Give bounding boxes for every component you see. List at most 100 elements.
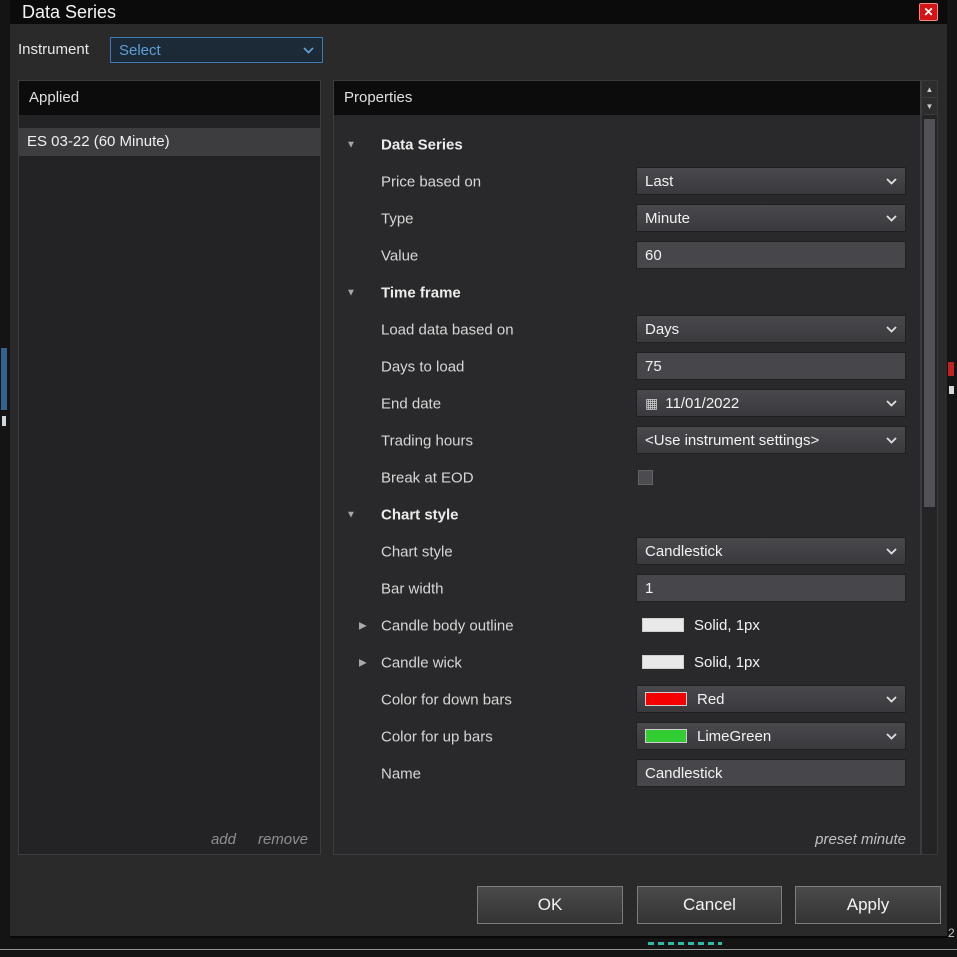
expand-triangle-icon[interactable]: ▶ <box>359 657 367 668</box>
prop-row-end-date: End date ▦ 11/01/2022 <box>334 385 920 422</box>
section-label: Chart style <box>381 506 459 523</box>
trading-hours-dropdown[interactable]: <Use instrument settings> <box>636 426 906 454</box>
chart-style-dropdown[interactable]: Candlestick <box>636 537 906 565</box>
chevron-down-icon <box>886 177 897 185</box>
prop-label: Name <box>381 765 422 782</box>
background-chart-fragment <box>2 416 6 426</box>
date-value: 11/01/2022 <box>665 394 740 412</box>
background-chart-fragment <box>948 362 954 376</box>
expand-triangle-icon[interactable]: ▶ <box>359 620 367 631</box>
prop-label: Candle body outline <box>381 617 514 634</box>
dropdown-value: Red <box>697 690 725 708</box>
preset-minute-link[interactable]: preset minute <box>815 831 906 848</box>
scrollbar-track[interactable] <box>922 115 937 854</box>
color-for-down-bars-dropdown[interactable]: Red <box>636 685 906 713</box>
value-input[interactable]: 60 <box>636 241 906 269</box>
prop-label: Price based on <box>381 173 482 190</box>
field-value: 1 <box>645 579 654 597</box>
section-chart-style[interactable]: ▼ Chart style <box>334 496 920 533</box>
prop-row-break-at-eod: Break at EOD <box>334 459 920 496</box>
background-horizontal-line <box>0 949 957 950</box>
bar-width-input[interactable]: 1 <box>636 574 906 602</box>
data-series-dialog: Data Series ✕ Instrument Select Applied … <box>10 0 947 938</box>
background-price-axis-digit: 2 <box>948 926 955 940</box>
load-data-based-on-dropdown[interactable]: Days <box>636 315 906 343</box>
chevron-down-icon <box>886 695 897 703</box>
prop-row-color-for-up-bars: Color for up bars LimeGreen <box>334 718 920 755</box>
prop-row-name: Name Candlestick <box>334 755 920 792</box>
chevron-down-icon <box>886 214 897 222</box>
end-date-picker[interactable]: ▦ 11/01/2022 <box>636 389 906 417</box>
type-dropdown[interactable]: Minute <box>636 204 906 232</box>
instrument-dropdown[interactable]: Select <box>110 37 323 63</box>
price-based-on-dropdown[interactable]: Last <box>636 167 906 195</box>
prop-label: Color for down bars <box>381 691 512 708</box>
prop-label: Value <box>381 247 419 264</box>
chevron-down-icon <box>886 547 897 555</box>
field-value: Solid, 1px <box>694 616 760 634</box>
prop-row-days-to-load: Days to load 75 <box>334 348 920 385</box>
dropdown-value: Minute <box>645 209 691 227</box>
instrument-value: Select <box>119 41 161 59</box>
background-dashed-line <box>648 942 722 945</box>
ok-button[interactable]: OK <box>477 886 623 924</box>
background-chart-fragment <box>949 386 954 394</box>
name-input[interactable]: Candlestick <box>636 759 906 787</box>
add-link[interactable]: add <box>211 831 236 848</box>
properties-scrollbar: ▲ ▼ <box>921 80 938 855</box>
applied-actions: add remove <box>189 831 308 848</box>
properties-rows: ▼ Data Series Price based on Last Type M… <box>334 126 920 792</box>
field-value: Solid, 1px <box>694 653 760 671</box>
prop-label: Color for up bars <box>381 728 493 745</box>
chevron-down-icon <box>886 325 897 333</box>
prop-label: Break at EOD <box>381 469 474 486</box>
collapse-triangle-icon: ▼ <box>346 509 356 520</box>
close-icon[interactable]: ✕ <box>919 3 938 21</box>
dropdown-value: LimeGreen <box>697 727 772 745</box>
candle-wick-editor[interactable]: Solid, 1px <box>636 648 906 676</box>
applied-header: Applied <box>19 81 320 115</box>
color-for-up-bars-dropdown[interactable]: LimeGreen <box>636 722 906 750</box>
section-label: Time frame <box>381 284 461 301</box>
prop-row-chart-style: Chart style Candlestick <box>334 533 920 570</box>
break-at-eod-checkbox[interactable] <box>638 470 653 485</box>
dropdown-value: Days <box>645 320 680 338</box>
scrollbar-thumb[interactable] <box>924 119 935 507</box>
dropdown-value: <Use instrument settings> <box>645 431 820 449</box>
chevron-down-icon <box>886 436 897 444</box>
prop-row-value: Value 60 <box>334 237 920 274</box>
dropdown-value: Candlestick <box>645 542 723 560</box>
remove-link[interactable]: remove <box>258 831 308 848</box>
color-swatch <box>645 729 687 743</box>
prop-label: Candle wick <box>381 654 462 671</box>
section-data-series[interactable]: ▼ Data Series <box>334 126 920 163</box>
field-value: 60 <box>645 246 662 264</box>
prop-row-trading-hours: Trading hours <Use instrument settings> <box>334 422 920 459</box>
dialog-titlebar[interactable]: Data Series ✕ <box>10 0 947 24</box>
dialog-title: Data Series <box>22 2 117 22</box>
color-swatch <box>642 655 684 669</box>
prop-label: Chart style <box>381 543 453 560</box>
candle-body-outline-editor[interactable]: Solid, 1px <box>636 611 906 639</box>
prop-row-type: Type Minute <box>334 200 920 237</box>
applied-list-item[interactable]: ES 03-22 (60 Minute) <box>19 128 320 156</box>
background-chart-fragment <box>1 348 7 410</box>
screen: 2 Data Series ✕ Instrument Select Applie… <box>0 0 957 957</box>
scroll-down-icon[interactable]: ▼ <box>922 98 937 115</box>
chevron-down-icon <box>303 46 314 54</box>
prop-row-bar-width: Bar width 1 <box>334 570 920 607</box>
color-swatch <box>645 692 687 706</box>
chevron-down-icon <box>886 399 897 407</box>
properties-header: Properties <box>334 81 920 115</box>
calendar-icon: ▦ <box>645 394 659 411</box>
section-time-frame[interactable]: ▼ Time frame <box>334 274 920 311</box>
prop-label: Days to load <box>381 358 465 375</box>
prop-row-color-for-down-bars: Color for down bars Red <box>334 681 920 718</box>
scroll-up-icon[interactable]: ▲ <box>922 81 937 98</box>
cancel-button[interactable]: Cancel <box>637 886 782 924</box>
apply-button[interactable]: Apply <box>795 886 941 924</box>
prop-label: End date <box>381 395 442 412</box>
chevron-down-icon <box>886 732 897 740</box>
days-to-load-input[interactable]: 75 <box>636 352 906 380</box>
collapse-triangle-icon: ▼ <box>346 139 356 150</box>
